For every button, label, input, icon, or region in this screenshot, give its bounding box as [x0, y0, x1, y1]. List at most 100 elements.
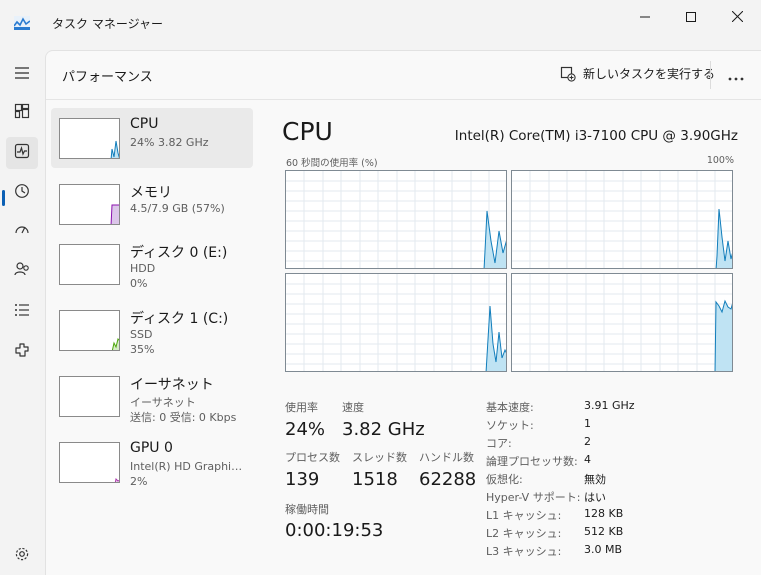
hamburger-menu-button[interactable]: [6, 58, 38, 90]
logical-processor-graph: [285, 273, 507, 372]
device-detail-line1: HDD: [130, 262, 156, 275]
graph-caption: 60 秒間の使用率 (%): [286, 158, 378, 169]
device-detail-line1: SSD: [130, 328, 153, 341]
processes-label: プロセス数: [285, 451, 340, 464]
close-button[interactable]: [714, 0, 760, 32]
device-name: GPU 0: [130, 440, 173, 456]
device-item[interactable]: CPU 24% 3.82 GHz: [51, 108, 253, 168]
spec-key: Hyper-V サポート:: [486, 491, 581, 504]
more-options-icon: [728, 66, 744, 85]
speed-value: 3.82 GHz: [342, 419, 425, 440]
device-detail-line2: 0%: [130, 277, 148, 290]
handles-value: 62288: [419, 469, 477, 490]
nav-processes[interactable]: [6, 97, 38, 129]
graph-max-label: 100%: [706, 155, 734, 166]
new-task-button[interactable]: 新しいタスクを実行する: [560, 65, 715, 82]
header-divider: [710, 61, 711, 89]
cpu-model-name: Intel(R) Core(TM) i3-7100 CPU @ 3.90GHz: [454, 128, 738, 144]
spec-key: 仮想化:: [486, 473, 523, 486]
detail-title: CPU: [282, 117, 333, 146]
device-item[interactable]: イーサネット イーサネット 送信: 0 受信: 0 Kbps: [51, 366, 253, 426]
new-task-label: 新しいタスクを実行する: [583, 67, 716, 81]
spec-key: L2 キャッシュ:: [486, 527, 562, 540]
usage-area: [485, 305, 506, 371]
spec-value: 512 KB: [584, 525, 624, 538]
threads-label: スレッド数: [352, 451, 407, 464]
nav-details[interactable]: [6, 295, 38, 327]
maximize-button[interactable]: [668, 0, 714, 32]
device-detail-line1: 4.5/7.9 GB (57%): [130, 202, 225, 215]
hamburger-menu-icon: [14, 65, 30, 84]
graph-plot: [286, 171, 506, 268]
device-item[interactable]: メモリ 4.5/7.9 GB (57%): [51, 174, 253, 234]
navigation-rail: [0, 46, 44, 575]
processes-icon: [14, 103, 30, 123]
processes-value: 139: [285, 469, 320, 490]
spec-key: 論理プロセッサ数:: [486, 455, 578, 468]
graph-plot: [512, 274, 732, 371]
nav-services[interactable]: [6, 336, 38, 368]
device-item[interactable]: GPU 0 Intel(R) HD Graphi… 2%: [51, 432, 253, 492]
logical-processor-graph: [285, 170, 507, 269]
spec-value: 1: [584, 417, 591, 430]
device-detail-line2: 2%: [130, 475, 148, 488]
graph-grid: [286, 274, 506, 371]
device-detail-line1: イーサネット: [130, 396, 196, 409]
new-task-icon: [560, 66, 576, 82]
device-detail-line2: 35%: [130, 343, 155, 356]
nav-app-history[interactable]: [6, 177, 38, 209]
uptime-label: 稼働時間: [285, 503, 329, 516]
graph-grid: [286, 171, 506, 268]
nav-performance[interactable]: [6, 137, 38, 169]
title-bar: タスク マネージャー: [0, 0, 761, 46]
spec-key: コア:: [486, 437, 512, 450]
graph-grid: [512, 274, 732, 371]
device-thumbnail-graph: [59, 442, 120, 483]
performance-icon: [14, 143, 30, 163]
minimize-icon: [640, 7, 650, 26]
speed-label: 速度: [342, 401, 364, 414]
usage-area: [715, 208, 732, 268]
spec-key: ソケット:: [486, 419, 534, 432]
spec-key: 基本速度:: [486, 401, 534, 414]
device-thumbnail-graph: [59, 310, 120, 351]
device-thumbnail-graph: [59, 244, 120, 285]
threads-value: 1518: [352, 469, 398, 490]
device-name: ディスク 1 (C:): [130, 311, 229, 327]
uptime-value: 0:00:19:53: [285, 520, 384, 541]
graph-plot: [286, 274, 506, 371]
nav-users[interactable]: [6, 255, 38, 287]
more-options-button[interactable]: [724, 65, 748, 85]
handles-label: ハンドル数: [419, 451, 474, 464]
spec-value: 3.0 MB: [584, 543, 623, 556]
usage-value: 24%: [285, 419, 326, 440]
spec-key: L3 キャッシュ:: [486, 545, 562, 558]
close-icon: [731, 7, 743, 26]
settings-icon: [14, 546, 30, 566]
spec-value: 2: [584, 435, 591, 448]
spec-key: L1 キャッシュ:: [486, 509, 562, 522]
spec-value: 128 KB: [584, 507, 624, 520]
nav-settings[interactable]: [6, 542, 38, 570]
minimize-button[interactable]: [622, 0, 668, 32]
graph-grid: [512, 171, 732, 268]
device-item[interactable]: ディスク 1 (C:) SSD 35%: [51, 300, 253, 360]
spec-value: 3.91 GHz: [584, 399, 635, 412]
usage-label: 使用率: [285, 401, 318, 414]
device-name: ディスク 0 (E:): [130, 245, 228, 261]
device-item[interactable]: ディスク 0 (E:) HDD 0%: [51, 234, 253, 294]
spec-value: 無効: [584, 473, 606, 486]
page-title: パフォーマンス: [62, 70, 153, 85]
device-name: CPU: [130, 116, 159, 132]
device-name: イーサネット: [130, 377, 214, 393]
content-panel: パフォーマンス 新しいタスクを実行する CPU 24% 3.82 GHz メモリ 4.…: [45, 50, 761, 575]
maximize-icon: [686, 7, 696, 26]
spec-value: はい: [584, 491, 606, 504]
nav-startup-apps[interactable]: [6, 216, 38, 248]
device-thumbnail-graph: [59, 184, 120, 225]
device-name: メモリ: [130, 185, 172, 201]
app-history-icon: [14, 183, 30, 203]
logical-processor-graph: [511, 170, 733, 269]
usage-area: [483, 210, 506, 268]
device-detail-line1: Intel(R) HD Graphi…: [130, 460, 243, 473]
